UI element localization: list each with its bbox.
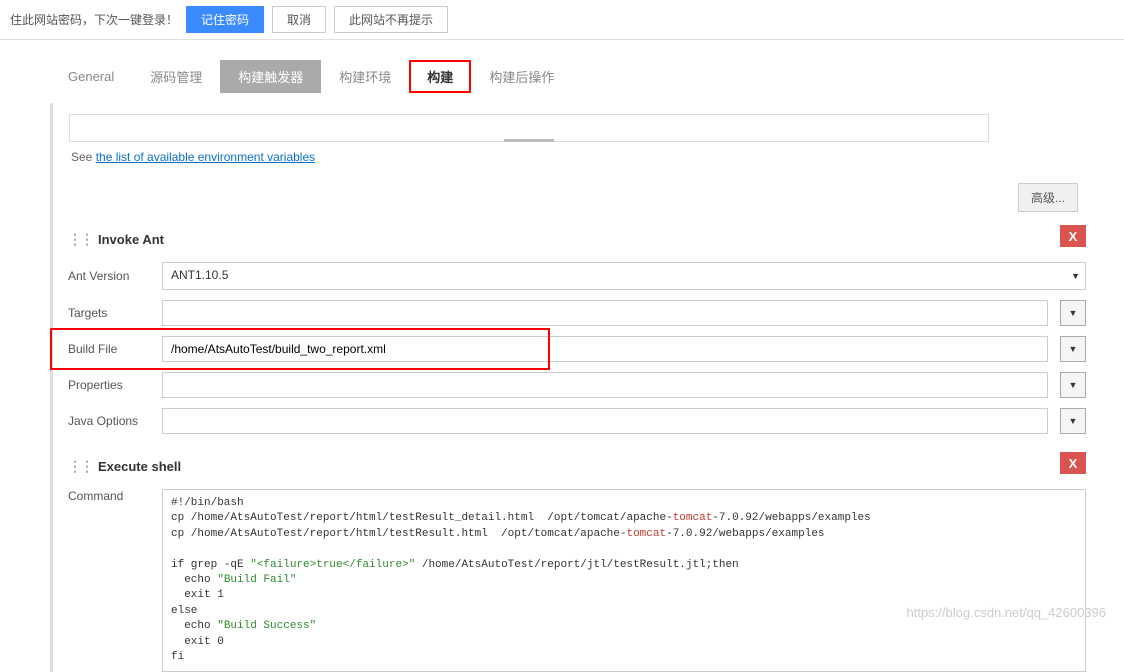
execute-shell-block: ⋮⋮ Execute shell X Command #!/bin/bash c… — [68, 454, 1086, 672]
env-textarea[interactable] — [69, 114, 989, 142]
tab-post[interactable]: 构建后操作 — [471, 60, 572, 93]
properties-label: Properties — [68, 378, 150, 392]
tab-source[interactable]: 源码管理 — [132, 60, 220, 93]
targets-input[interactable] — [162, 300, 1048, 326]
invoke-ant-block: ⋮⋮ Invoke Ant X Ant Version ANT1.10.5 ▼ … — [68, 227, 1086, 434]
tab-general[interactable]: General — [50, 62, 132, 91]
build-file-label: Build File — [68, 342, 150, 356]
java-options-label: Java Options — [68, 414, 150, 428]
resize-handle[interactable] — [504, 139, 554, 142]
build-file-input[interactable] — [162, 336, 1048, 362]
remember-password-button[interactable]: 记住密码 — [186, 6, 264, 33]
see-text: See — [71, 150, 96, 164]
java-options-row: Java Options ▼ — [68, 408, 1086, 434]
content-area: See the list of available environment va… — [50, 103, 1074, 672]
ant-version-row: Ant Version ANT1.10.5 ▼ — [68, 262, 1086, 290]
cancel-button[interactable]: 取消 — [272, 6, 326, 33]
javaoptions-dropdown-button[interactable]: ▼ — [1060, 408, 1086, 434]
targets-dropdown-button[interactable]: ▼ — [1060, 300, 1086, 326]
tab-env[interactable]: 构建环境 — [321, 60, 409, 93]
env-help-line: See the list of available environment va… — [71, 150, 1073, 164]
tab-build[interactable]: 构建 — [409, 60, 471, 93]
command-textarea[interactable]: #!/bin/bash cp /home/AtsAutoTest/report/… — [162, 489, 1086, 672]
command-label: Command — [68, 489, 150, 503]
tab-triggers[interactable]: 构建触发器 — [220, 60, 321, 93]
env-section: See the list of available environment va… — [68, 103, 1074, 175]
targets-label: Targets — [68, 306, 150, 320]
ant-version-label: Ant Version — [68, 269, 150, 283]
execute-shell-title: Execute shell — [98, 459, 181, 474]
build-file-row: Build File ▼ — [68, 336, 1086, 362]
properties-row: Properties ▼ — [68, 372, 1086, 398]
properties-input[interactable] — [162, 372, 1048, 398]
config-tabs: General 源码管理 构建触发器 构建环境 构建 构建后操作 — [50, 60, 1074, 93]
delete-invoke-ant-button[interactable]: X — [1060, 225, 1086, 247]
password-save-notification: 住此网站密码，下次一键登录！ 记住密码 取消 此网站不再提示 — [0, 0, 1124, 40]
dismiss-site-button[interactable]: 此网站不再提示 — [334, 6, 448, 33]
buildfile-dropdown-button[interactable]: ▼ — [1060, 336, 1086, 362]
properties-dropdown-button[interactable]: ▼ — [1060, 372, 1086, 398]
delete-execute-shell-button[interactable]: X — [1060, 452, 1086, 474]
notification-text: 住此网站密码，下次一键登录！ — [10, 11, 178, 28]
drag-handle-icon[interactable]: ⋮⋮ — [68, 458, 92, 475]
invoke-ant-header: ⋮⋮ Invoke Ant — [68, 227, 1086, 252]
ant-version-select-wrapper: ANT1.10.5 ▼ — [162, 262, 1086, 290]
invoke-ant-title: Invoke Ant — [98, 232, 164, 247]
java-options-input[interactable] — [162, 408, 1048, 434]
command-row: Command #!/bin/bash cp /home/AtsAutoTest… — [68, 489, 1086, 672]
advanced-button[interactable]: 高级... — [1018, 183, 1078, 212]
ant-version-select[interactable]: ANT1.10.5 — [162, 262, 1086, 290]
execute-shell-header: ⋮⋮ Execute shell — [68, 454, 1086, 479]
env-variables-link[interactable]: the list of available environment variab… — [96, 150, 315, 164]
advanced-row: 高级... — [68, 183, 1078, 212]
targets-row: Targets ▼ — [68, 300, 1086, 326]
drag-handle-icon[interactable]: ⋮⋮ — [68, 231, 92, 248]
